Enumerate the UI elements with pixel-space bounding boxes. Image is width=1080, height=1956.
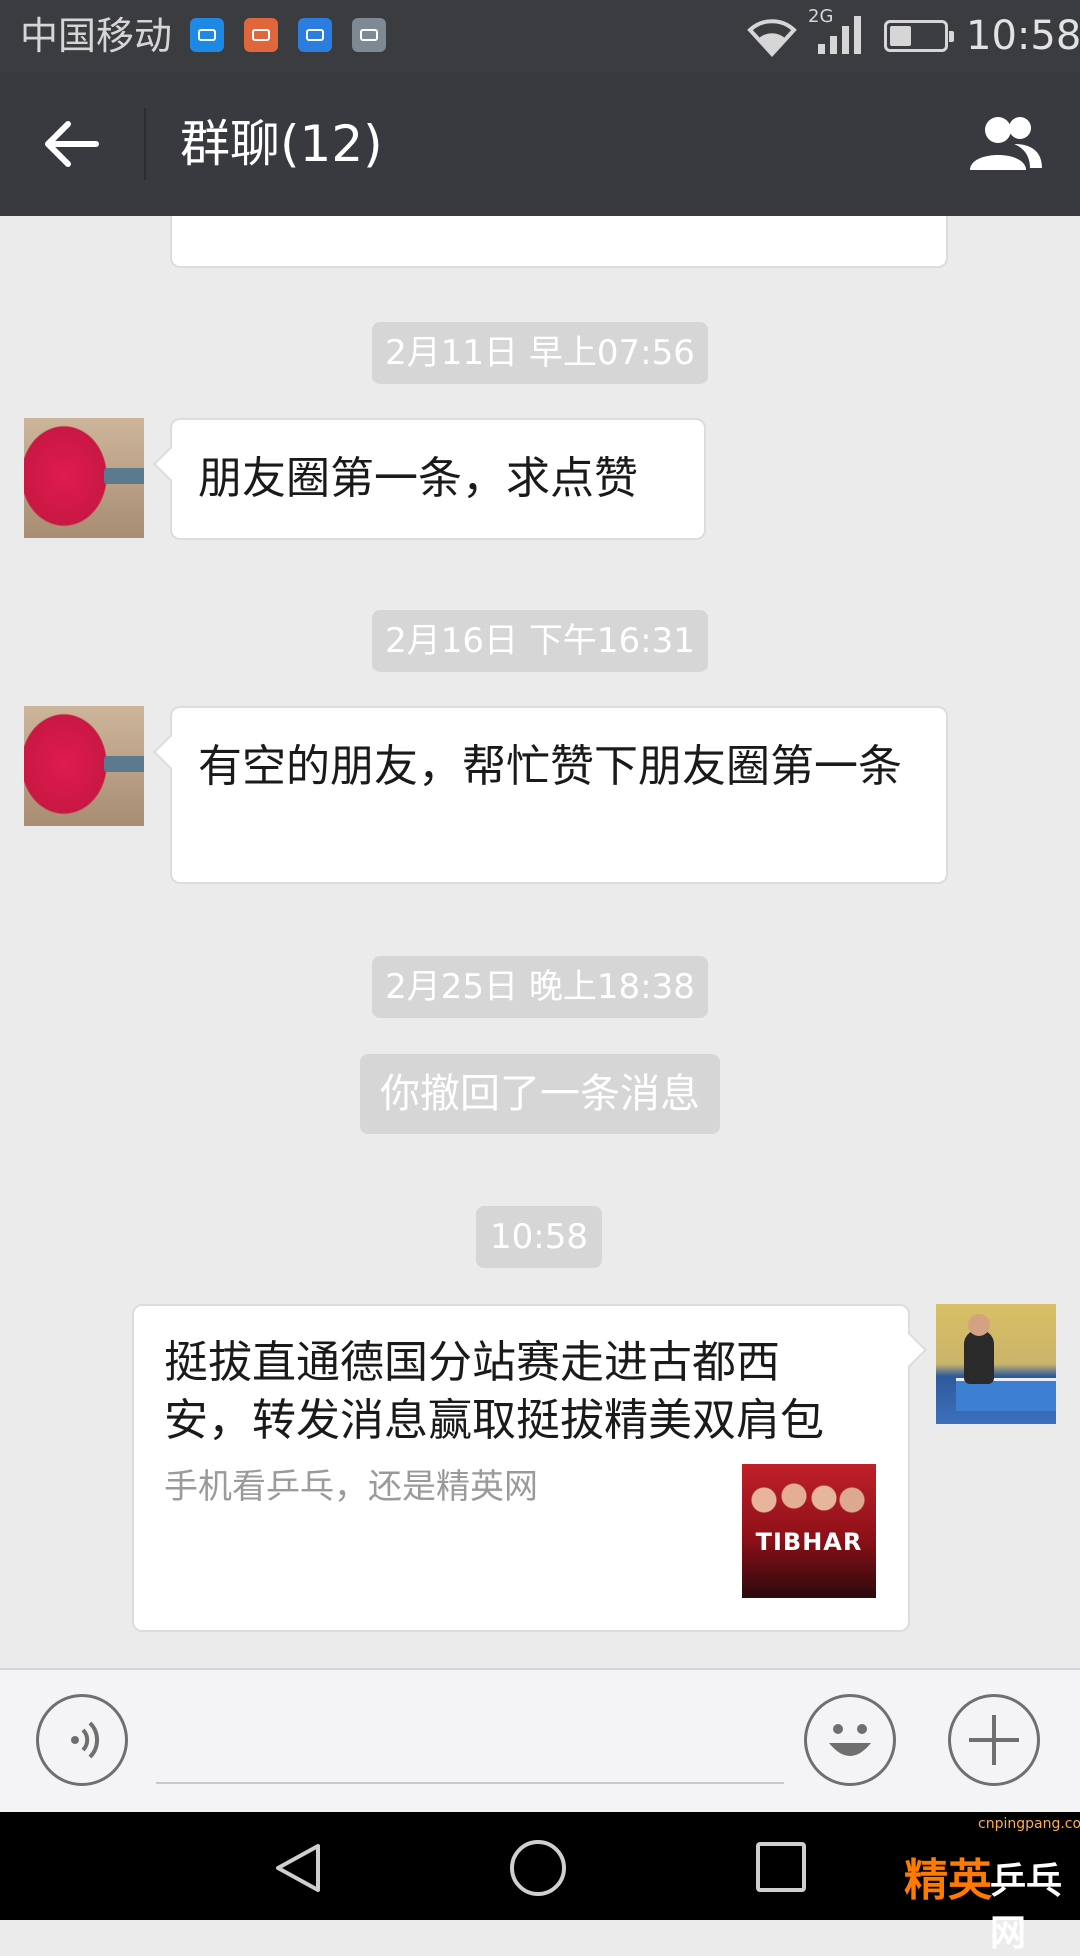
- timestamp-label: 10:58: [476, 1206, 602, 1268]
- group-members-button[interactable]: [962, 112, 1046, 176]
- message-text-input[interactable]: [156, 1700, 784, 1784]
- more-options-button[interactable]: [948, 1694, 1040, 1786]
- link-card-message[interactable]: 挺拔直通德国分站赛走进古都西安，转发消息赢取挺拔精美双肩包 手机看乒乓，还是精英…: [132, 1304, 910, 1632]
- nav-recent-apps-icon[interactable]: [756, 1842, 806, 1892]
- emoji-button[interactable]: [804, 1694, 896, 1786]
- timestamp-label: 2月11日 早上07:56: [372, 322, 708, 384]
- nav-home-icon[interactable]: [510, 1840, 566, 1896]
- watermark-url: cnpingpang.com: [978, 1816, 1080, 1832]
- plus-icon: [969, 1715, 1019, 1765]
- message-text: 有空的朋友，帮忙赞下朋友圈第一条: [198, 741, 902, 792]
- message-bubble[interactable]: 有空的朋友，帮忙赞下朋友圈第一条: [170, 706, 948, 884]
- watermark-brand: 精英: [904, 1855, 992, 1906]
- message-bubble[interactable]: 朋友圈第一条，求点赞: [170, 418, 706, 540]
- back-arrow-icon: [45, 121, 99, 167]
- nav-back-icon[interactable]: [270, 1840, 326, 1896]
- site-watermark-logo: cnpingpang.com 精英 乒乓网: [894, 1816, 1080, 1954]
- header-divider: [144, 108, 146, 180]
- thumbnail-brand-text: TIBHAR: [755, 1528, 863, 1556]
- sender-avatar[interactable]: [24, 418, 144, 538]
- previous-message-bubble[interactable]: [170, 216, 948, 268]
- signal-strength-icon: [818, 16, 861, 54]
- status-time: 10:58: [966, 13, 1080, 59]
- group-members-icon: [970, 117, 1042, 170]
- carrier-name: 中国移动: [20, 14, 173, 58]
- my-avatar[interactable]: [936, 1304, 1056, 1424]
- battery-icon: [884, 20, 954, 52]
- link-description: 手机看乒乓，还是精英网: [164, 1467, 538, 1507]
- mail-icon: [244, 18, 278, 52]
- watermark-site-name: 乒乓网: [990, 1861, 1063, 1954]
- chat-title: 群聊(12): [180, 115, 383, 173]
- voice-input-icon: [71, 1721, 100, 1759]
- gallery-icon: [352, 18, 386, 52]
- message-text: 朋友圈第一条，求点赞: [198, 453, 638, 504]
- recalled-message-notice: 你撤回了一条消息: [360, 1054, 720, 1134]
- wifi-icon: [747, 19, 797, 57]
- health-icon: [298, 18, 332, 52]
- battery-level: [890, 26, 911, 46]
- app-notification-icon: [190, 18, 224, 52]
- chat-message-list[interactable]: 2月11日 早上07:56 朋友圈第一条，求点赞 2月16日 下午16:31 有…: [0, 216, 1080, 1668]
- status-bar: 中国移动 2G 10:58: [0, 0, 1080, 72]
- timestamp-label: 2月16日 下午16:31: [372, 610, 708, 672]
- back-button[interactable]: [36, 112, 108, 176]
- timestamp-label: 2月25日 晚上18:38: [372, 956, 708, 1018]
- sender-avatar[interactable]: [24, 706, 144, 826]
- voice-input-button[interactable]: [36, 1694, 128, 1786]
- message-input-bar: [0, 1668, 1080, 1812]
- link-thumbnail: TIBHAR: [742, 1464, 876, 1598]
- link-title: 挺拔直通德国分站赛走进古都西安，转发消息赢取挺拔精美双肩包: [164, 1337, 824, 1446]
- chat-header: 群聊(12): [0, 72, 1080, 216]
- emoji-icon: [829, 1724, 871, 1756]
